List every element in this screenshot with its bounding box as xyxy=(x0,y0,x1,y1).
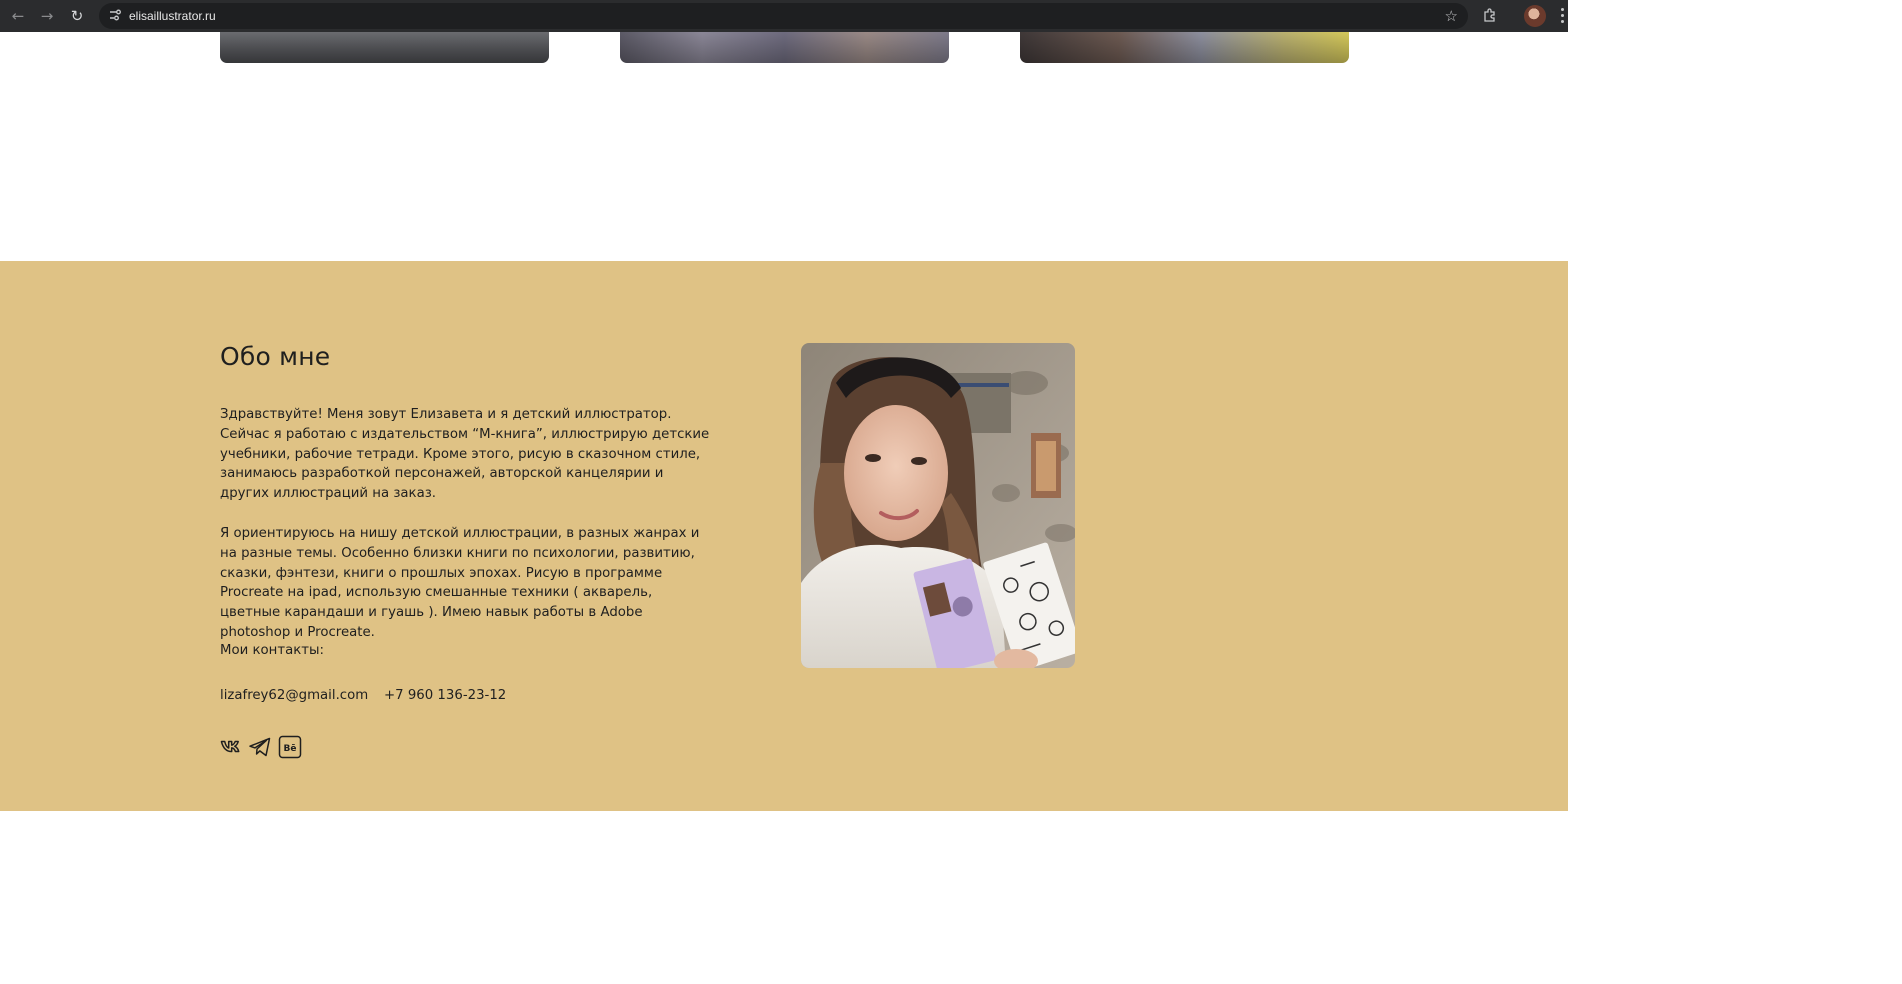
telegram-icon[interactable] xyxy=(248,735,272,759)
gallery-thumbnail[interactable] xyxy=(220,32,549,63)
contacts-label: Мои контакты: xyxy=(220,643,324,658)
about-paragraph-intro: Здравствуйте! Меня зовут Елизавета и я д… xyxy=(220,407,710,502)
browser-toolbar: ← → ↻ elisaillustrator.ru ☆ xyxy=(0,0,1568,32)
vk-icon[interactable] xyxy=(220,735,244,759)
site-info-icon[interactable] xyxy=(107,8,123,24)
forward-button[interactable]: → xyxy=(37,6,57,26)
arrow-right-icon: → xyxy=(40,7,54,25)
about-section: Обо мне Здравствуйте! Меня зовут Елизаве… xyxy=(0,261,1568,811)
reload-button[interactable]: ↻ xyxy=(67,6,87,26)
gallery-thumbnail[interactable] xyxy=(620,32,949,63)
behance-icon[interactable]: Bē xyxy=(278,735,302,759)
bookmark-star-icon[interactable]: ☆ xyxy=(1445,7,1458,25)
behance-glyph: Bē xyxy=(284,744,297,754)
reload-icon: ↻ xyxy=(70,7,84,25)
arrow-left-icon: ← xyxy=(11,7,25,25)
extensions-icon[interactable] xyxy=(1482,7,1498,23)
author-photo xyxy=(801,343,1075,668)
about-paragraph-niche: Я ориентируюсь на нишу детской иллюстрац… xyxy=(220,526,700,640)
email-link[interactable]: lizafrey62@gmail.com xyxy=(220,688,368,703)
gallery-thumbnail[interactable] xyxy=(1020,32,1349,63)
browser-menu-icon[interactable] xyxy=(1561,8,1564,24)
address-bar[interactable]: elisaillustrator.ru ☆ xyxy=(99,3,1468,29)
phone-link[interactable]: +7 960 136-23-12 xyxy=(384,688,506,703)
back-button[interactable]: ← xyxy=(8,6,28,26)
profile-avatar[interactable] xyxy=(1524,5,1546,27)
url-text[interactable]: elisaillustrator.ru xyxy=(129,9,216,23)
about-title: Обо мне xyxy=(220,342,331,371)
